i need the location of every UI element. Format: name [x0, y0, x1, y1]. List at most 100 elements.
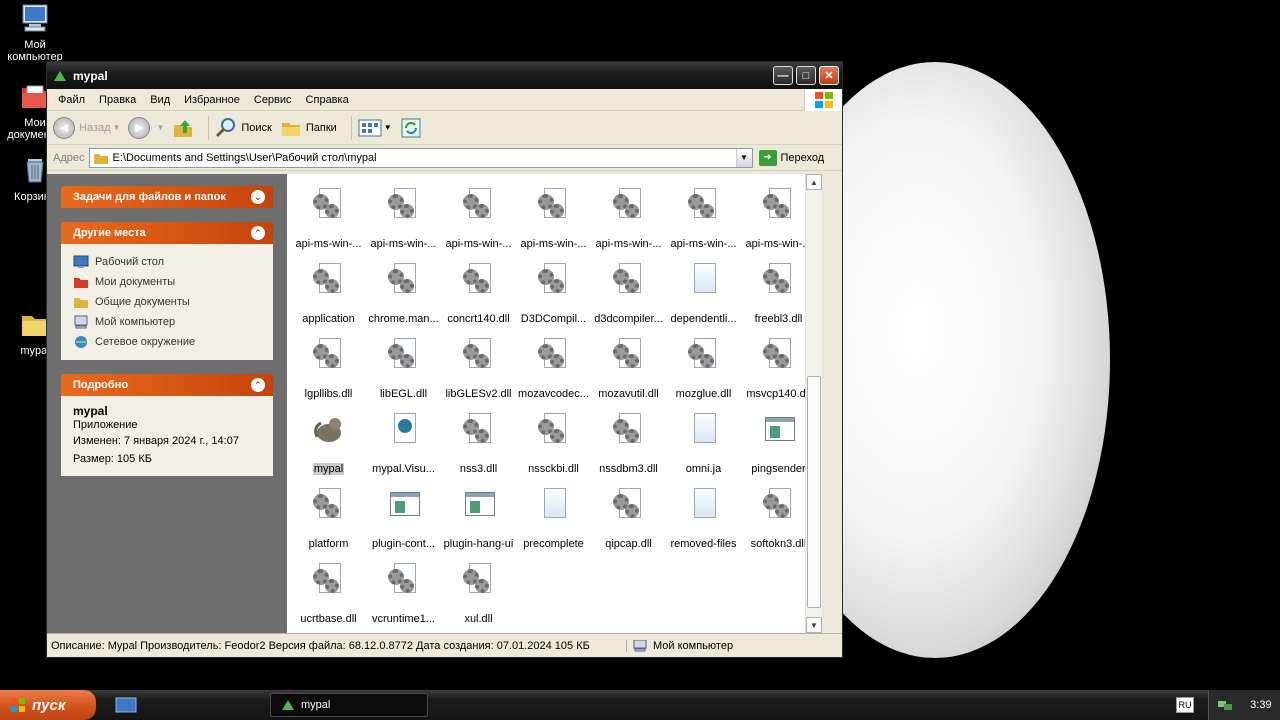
scroll-thumb[interactable] — [807, 376, 821, 608]
gear-doc-icon — [687, 338, 720, 370]
menu-favorites[interactable]: Избранное — [177, 94, 247, 106]
manifest-icon — [388, 413, 420, 445]
views-button[interactable]: ▼ — [358, 118, 392, 138]
place-label: Сетевое окружение — [95, 336, 196, 348]
file-item[interactable]: nssdbm3.dll — [591, 411, 666, 486]
gear-doc-icon — [387, 263, 420, 295]
menu-help[interactable]: Справка — [299, 94, 356, 106]
menu-tools[interactable]: Сервис — [247, 94, 299, 106]
file-item[interactable]: application — [291, 261, 366, 336]
file-item[interactable]: removed-files — [666, 486, 741, 561]
back-button[interactable]: ◀ Назад ▼ — [53, 116, 120, 139]
place-my-computer[interactable]: Мой компьютер — [73, 312, 261, 332]
place-my-documents[interactable]: Мои документы — [73, 272, 261, 292]
file-item[interactable]: chrome.man... — [366, 261, 441, 336]
scroll-down-button[interactable]: ▼ — [806, 617, 822, 633]
gear-doc-icon — [537, 188, 570, 220]
file-item[interactable]: vcruntime1... — [366, 561, 441, 636]
file-item[interactable]: api-ms-win-... — [441, 186, 516, 261]
sync-button[interactable] — [400, 117, 422, 139]
tasks-panel-header[interactable]: Задачи для файлов и папок ⌄ — [61, 186, 273, 208]
file-item[interactable]: dependentli... — [666, 261, 741, 336]
sync-icon — [401, 118, 421, 137]
network-status-icon[interactable] — [1217, 698, 1233, 712]
file-name: api-ms-win-... — [295, 238, 362, 250]
maximize-button[interactable]: □ — [796, 66, 816, 85]
show-desktop-icon[interactable] — [114, 695, 138, 715]
places-panel-header[interactable]: Другие места ⌃ — [61, 222, 273, 244]
file-item[interactable]: plugin-cont... — [366, 486, 441, 561]
status-bar: Описание: Mypal Производитель: Feodor2 В… — [47, 633, 842, 657]
places-panel-title: Другие места — [73, 227, 146, 239]
up-folder-button[interactable] — [172, 117, 194, 139]
scroll-up-button[interactable]: ▲ — [806, 174, 822, 190]
clock[interactable]: 3:39 — [1250, 699, 1271, 711]
start-button[interactable]: пуск — [0, 690, 96, 720]
file-item[interactable]: mypal.Visu... — [366, 411, 441, 486]
file-item[interactable]: api-ms-win-... — [516, 186, 591, 261]
file-name: api-ms-win-... — [520, 238, 587, 250]
file-item[interactable]: mozavcodec... — [516, 336, 591, 411]
file-name: libGLESv2.dll — [445, 388, 512, 400]
file-name: freebl3.dll — [754, 313, 803, 325]
file-item[interactable]: ucrtbase.dll — [291, 561, 366, 636]
address-input[interactable]: E:\Documents and Settings\User\Рабочий с… — [88, 147, 753, 168]
title-bar[interactable]: mypal — □ ✕ — [47, 62, 842, 89]
file-item[interactable]: libEGL.dll — [366, 336, 441, 411]
file-item[interactable]: concrt140.dll — [441, 261, 516, 336]
gear-doc-icon — [462, 263, 495, 295]
file-item[interactable]: nssckbi.dll — [516, 411, 591, 486]
file-item[interactable]: mozglue.dll — [666, 336, 741, 411]
taskbar-item-mypal[interactable]: mypal — [270, 693, 428, 717]
place-shared-documents[interactable]: Общие документы — [73, 292, 261, 312]
address-label: Адрес — [53, 151, 85, 164]
file-item[interactable]: libGLESv2.dll — [441, 336, 516, 411]
chevron-down-icon: ⌄ — [251, 190, 265, 204]
menu-view[interactable]: Вид — [143, 94, 177, 106]
address-bar: Адрес E:\Documents and Settings\User\Раб… — [47, 145, 842, 171]
desktop-icon-my-computer[interactable]: Мой компьютер — [0, 2, 70, 63]
folders-icon — [281, 122, 300, 136]
vertical-scrollbar[interactable]: ▲ ▼ — [805, 174, 822, 633]
file-name: chrome.man... — [368, 313, 439, 325]
file-item[interactable]: mozavutil.dll — [591, 336, 666, 411]
file-name: qipcap.dll — [605, 538, 652, 550]
file-item[interactable]: qipcap.dll — [591, 486, 666, 561]
go-button[interactable]: ➜ Переход — [758, 149, 824, 166]
gear-doc-icon — [762, 263, 795, 295]
place-desktop[interactable]: Рабочий стол — [73, 252, 261, 272]
file-item[interactable]: api-ms-win-... — [666, 186, 741, 261]
taskbar-item-label: mypal — [301, 699, 331, 711]
file-name: mozavcodec... — [518, 388, 589, 400]
file-name: mypal — [312, 463, 345, 475]
address-dropdown-button[interactable]: ▼ — [735, 148, 752, 167]
file-item[interactable]: platform — [291, 486, 366, 561]
close-button[interactable]: ✕ — [819, 66, 839, 85]
file-item[interactable]: plugin-hang-ui — [441, 486, 516, 561]
search-button[interactable]: Поиск — [215, 117, 272, 139]
minimize-button[interactable]: — — [773, 66, 793, 85]
gear-doc-icon — [762, 338, 795, 370]
details-panel-body: mypal Приложение Изменен: 7 января 2024 … — [61, 396, 273, 476]
forward-button[interactable]: ▶ ▼ — [128, 116, 164, 139]
details-panel-header[interactable]: Подробно ⌃ — [61, 374, 273, 396]
file-item[interactable]: api-ms-win-... — [291, 186, 366, 261]
language-indicator[interactable]: RU — [1176, 697, 1194, 713]
file-item[interactable]: api-ms-win-... — [366, 186, 441, 261]
file-item[interactable]: lgpllibs.dll — [291, 336, 366, 411]
file-item[interactable]: nss3.dll — [441, 411, 516, 486]
file-item[interactable]: xul.dll — [441, 561, 516, 636]
file-name: api-ms-win-... — [670, 238, 737, 250]
file-item[interactable]: omni.ja — [666, 411, 741, 486]
file-item[interactable]: mypal — [291, 411, 366, 486]
file-name: plugin-cont... — [372, 538, 435, 550]
file-item[interactable]: d3dcompiler... — [591, 261, 666, 336]
file-item[interactable]: api-ms-win-... — [591, 186, 666, 261]
place-network[interactable]: Сетевое окружение — [73, 332, 261, 352]
file-item[interactable]: precomplete — [516, 486, 591, 561]
file-item[interactable]: D3DCompil... — [516, 261, 591, 336]
menu-edit[interactable]: Правка — [92, 94, 143, 106]
menu-file[interactable]: Файл — [51, 94, 92, 106]
file-name: nss3.dll — [459, 463, 498, 475]
folders-button[interactable]: Папки — [280, 117, 337, 139]
